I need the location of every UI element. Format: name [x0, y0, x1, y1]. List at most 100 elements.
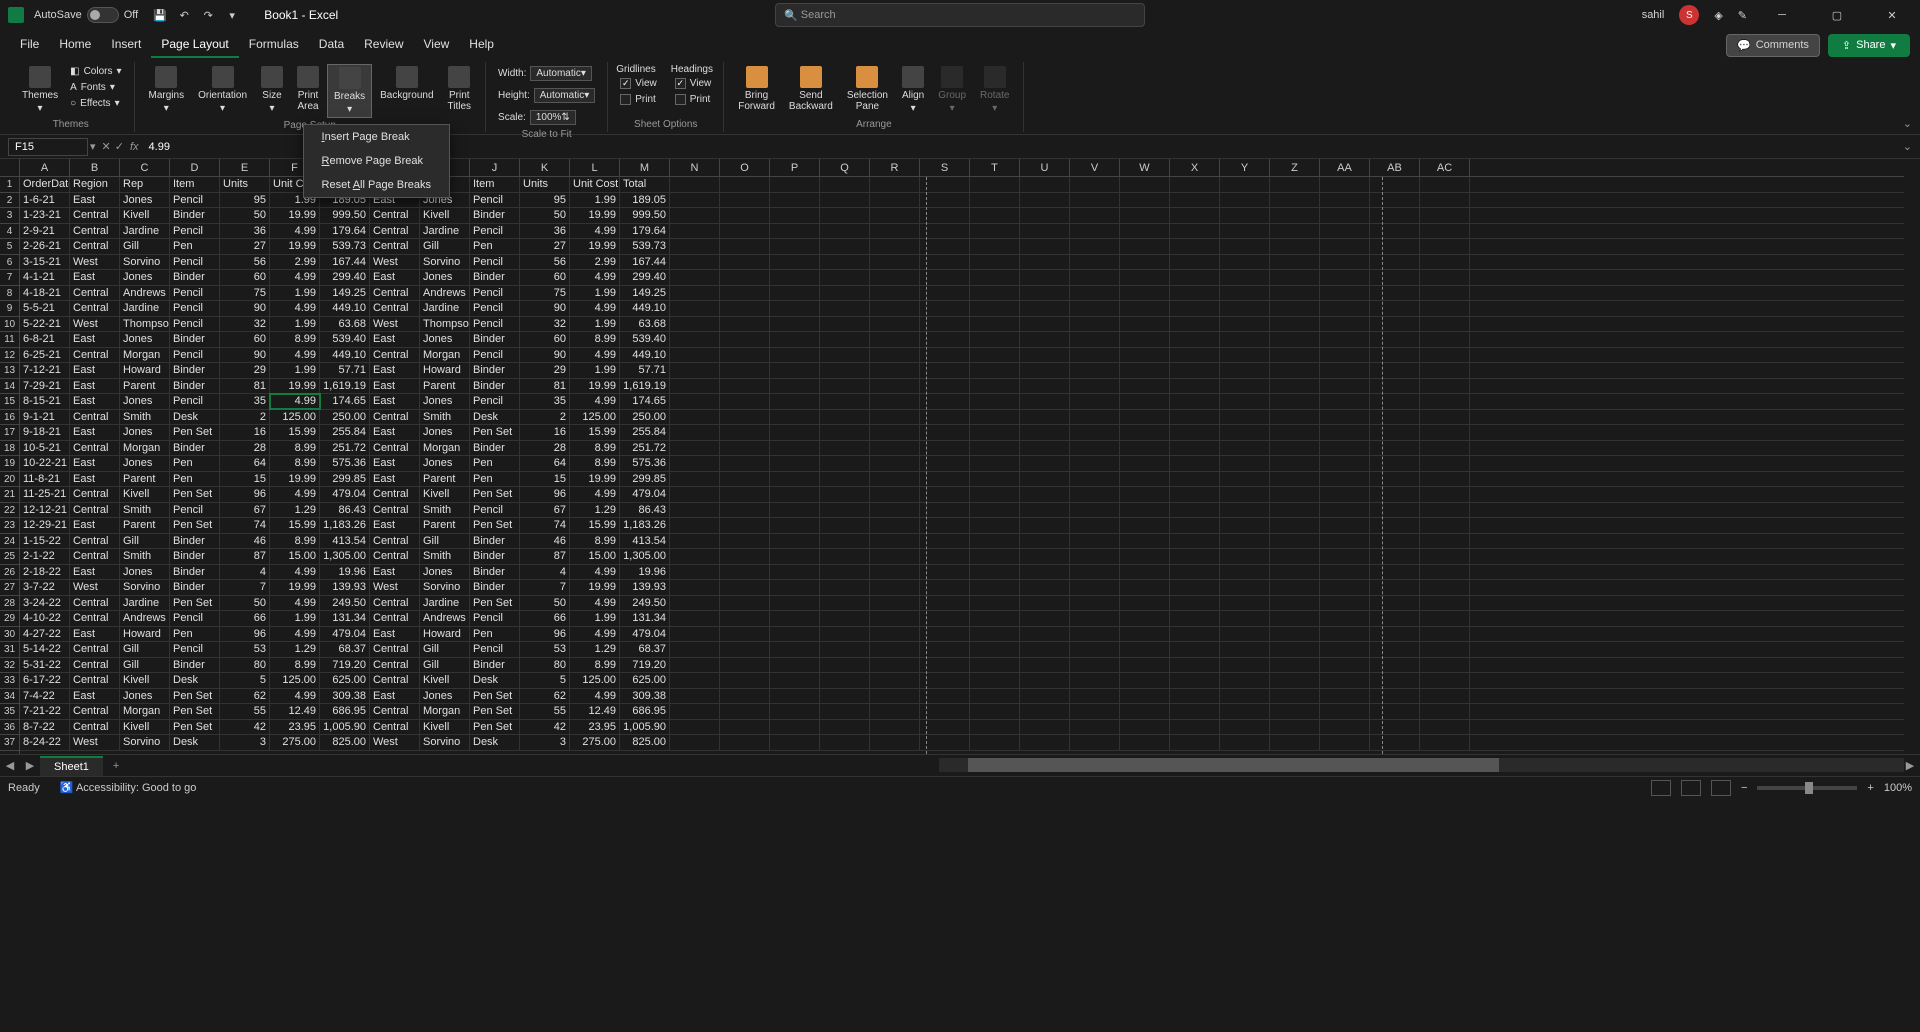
cell[interactable] — [1270, 332, 1320, 347]
cell[interactable]: 4.99 — [270, 348, 320, 363]
cell[interactable]: Region — [70, 177, 120, 192]
cell[interactable] — [1320, 627, 1370, 642]
cell[interactable] — [1220, 735, 1270, 750]
cell[interactable] — [920, 239, 970, 254]
cell[interactable] — [1270, 239, 1320, 254]
menu-formulas[interactable]: Formulas — [239, 32, 309, 58]
cell[interactable]: Jones — [120, 270, 170, 285]
cell[interactable] — [820, 425, 870, 440]
cell[interactable]: 299.40 — [620, 270, 670, 285]
cell[interactable]: Sorvino — [120, 735, 170, 750]
cell[interactable] — [870, 549, 920, 564]
cell[interactable] — [1020, 549, 1070, 564]
cell[interactable]: Jones — [420, 332, 470, 347]
cell[interactable]: Units — [520, 177, 570, 192]
cell[interactable] — [670, 317, 720, 332]
cell[interactable] — [1070, 255, 1120, 270]
cell[interactable]: Central — [370, 704, 420, 719]
cell[interactable] — [1370, 472, 1420, 487]
cell[interactable]: Central — [70, 224, 120, 239]
col-header-M[interactable]: M — [620, 159, 670, 176]
cell[interactable] — [670, 425, 720, 440]
cell[interactable]: 68.37 — [620, 642, 670, 657]
cell[interactable] — [720, 441, 770, 456]
cell[interactable]: 8.99 — [570, 441, 620, 456]
cell[interactable] — [770, 565, 820, 580]
cell[interactable] — [1420, 565, 1470, 580]
cell[interactable] — [820, 456, 870, 471]
cell[interactable]: Central — [70, 239, 120, 254]
cell[interactable]: Jardine — [420, 301, 470, 316]
cell[interactable]: 539.73 — [320, 239, 370, 254]
save-icon[interactable]: 💾 — [150, 5, 170, 25]
cell[interactable] — [1270, 720, 1320, 735]
cell[interactable] — [1020, 394, 1070, 409]
cell[interactable]: 90 — [220, 301, 270, 316]
cell[interactable] — [1420, 286, 1470, 301]
cell[interactable]: Binder — [170, 580, 220, 595]
cell[interactable] — [1320, 534, 1370, 549]
bring-forward-button[interactable]: Bring Forward — [732, 64, 781, 114]
cell[interactable] — [770, 596, 820, 611]
cell[interactable]: 255.84 — [620, 425, 670, 440]
cell[interactable] — [1170, 286, 1220, 301]
cell[interactable] — [1220, 658, 1270, 673]
cell[interactable]: 19.99 — [570, 580, 620, 595]
cell[interactable] — [1120, 456, 1170, 471]
cell[interactable] — [1370, 441, 1420, 456]
cell[interactable]: 5 — [520, 673, 570, 688]
cell[interactable]: 719.20 — [320, 658, 370, 673]
cell[interactable]: East — [370, 394, 420, 409]
cell[interactable] — [720, 487, 770, 502]
cell[interactable]: Desk — [470, 735, 520, 750]
cell[interactable]: 36 — [220, 224, 270, 239]
remove-page-break-item[interactable]: Remove Page Break — [304, 149, 449, 173]
cell[interactable]: 2-9-21 — [20, 224, 70, 239]
cell[interactable] — [770, 410, 820, 425]
cell[interactable] — [820, 348, 870, 363]
cell[interactable] — [970, 239, 1020, 254]
cell[interactable] — [820, 596, 870, 611]
cell[interactable] — [870, 487, 920, 502]
cell[interactable]: 1.29 — [270, 642, 320, 657]
cell[interactable]: 53 — [520, 642, 570, 657]
cell[interactable] — [1070, 363, 1120, 378]
cell[interactable]: Jardine — [120, 224, 170, 239]
cell[interactable] — [1120, 255, 1170, 270]
cell[interactable]: West — [370, 735, 420, 750]
cell[interactable] — [1420, 580, 1470, 595]
cell[interactable]: East — [370, 379, 420, 394]
cell[interactable] — [1370, 673, 1420, 688]
cell[interactable] — [820, 518, 870, 533]
cell[interactable] — [1320, 673, 1370, 688]
cell[interactable] — [1020, 565, 1070, 580]
cell[interactable]: 131.34 — [320, 611, 370, 626]
cell[interactable] — [1170, 689, 1220, 704]
row-header-11[interactable]: 11 — [0, 332, 19, 348]
cell[interactable]: Pen Set — [170, 596, 220, 611]
cell[interactable]: 249.50 — [620, 596, 670, 611]
cell[interactable] — [870, 394, 920, 409]
cell[interactable]: Morgan — [420, 348, 470, 363]
cell[interactable]: Central — [370, 286, 420, 301]
cell[interactable] — [720, 301, 770, 316]
cell[interactable] — [870, 332, 920, 347]
cell[interactable] — [720, 394, 770, 409]
cell[interactable]: Binder — [170, 270, 220, 285]
cell[interactable] — [1220, 239, 1270, 254]
cell[interactable] — [920, 441, 970, 456]
cell[interactable] — [1170, 673, 1220, 688]
cell[interactable]: Pen Set — [170, 689, 220, 704]
cell[interactable] — [920, 642, 970, 657]
cell[interactable] — [1120, 208, 1170, 223]
orientation-button[interactable]: Orientation▾ — [192, 64, 253, 116]
cell[interactable] — [720, 580, 770, 595]
cell[interactable] — [1120, 487, 1170, 502]
cell[interactable]: Pencil — [170, 255, 220, 270]
cell[interactable]: 1.99 — [270, 611, 320, 626]
cell[interactable] — [1170, 317, 1220, 332]
cell[interactable] — [1270, 425, 1320, 440]
cancel-formula-icon[interactable]: ✕ — [102, 140, 111, 153]
cell[interactable] — [1020, 193, 1070, 208]
cell[interactable] — [1420, 673, 1470, 688]
